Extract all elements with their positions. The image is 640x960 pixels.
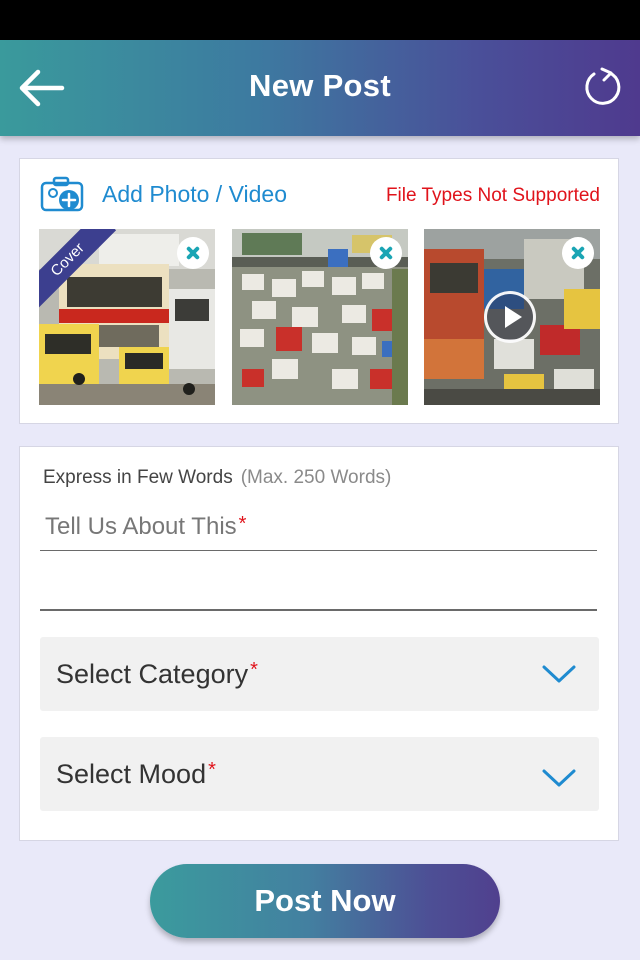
- description-second-line[interactable]: [40, 609, 597, 611]
- category-select[interactable]: Select Category *: [40, 637, 599, 711]
- remove-media-button[interactable]: [370, 237, 402, 269]
- media-thumbnail-1[interactable]: Cover: [39, 229, 215, 405]
- post-now-button[interactable]: Post Now: [150, 864, 500, 938]
- media-card: Add Photo / Video File Types Not Support…: [19, 158, 619, 424]
- required-mark: *: [250, 659, 258, 681]
- media-thumbnail-2[interactable]: [232, 229, 408, 405]
- camera-plus-icon[interactable]: [40, 175, 86, 213]
- status-bar: [0, 0, 640, 40]
- remove-media-button[interactable]: [562, 237, 594, 269]
- mood-select[interactable]: Select Mood *: [40, 737, 599, 811]
- refresh-icon: [585, 67, 621, 105]
- remove-media-button[interactable]: [177, 237, 209, 269]
- refresh-button[interactable]: [582, 66, 624, 108]
- chevron-down-icon: [542, 769, 576, 787]
- page-title: New Post: [249, 68, 391, 103]
- play-video-button[interactable]: [484, 291, 536, 343]
- description-hint: (Max. 250 Words): [240, 467, 392, 488]
- media-thumbnail-3[interactable]: [424, 229, 600, 405]
- chevron-down-icon: [542, 665, 576, 683]
- category-label-text: Select Category: [56, 659, 249, 689]
- description-label: Express in Few Words (Max. 250 Words): [43, 467, 391, 489]
- error-message: File Types Not Supported: [385, 185, 600, 206]
- description-label-text: Express in Few Words: [43, 467, 233, 488]
- category-select-label: Select Category *: [56, 659, 258, 690]
- app-bar: New Post: [0, 40, 640, 136]
- required-mark: *: [208, 759, 216, 781]
- add-photo-video-link[interactable]: Add Photo / Video: [102, 181, 287, 208]
- mood-select-label: Select Mood *: [56, 759, 216, 790]
- post-form-card: Express in Few Words (Max. 250 Words) Tel…: [19, 446, 619, 841]
- mood-label-text: Select Mood: [56, 759, 207, 789]
- description-input[interactable]: [40, 511, 597, 551]
